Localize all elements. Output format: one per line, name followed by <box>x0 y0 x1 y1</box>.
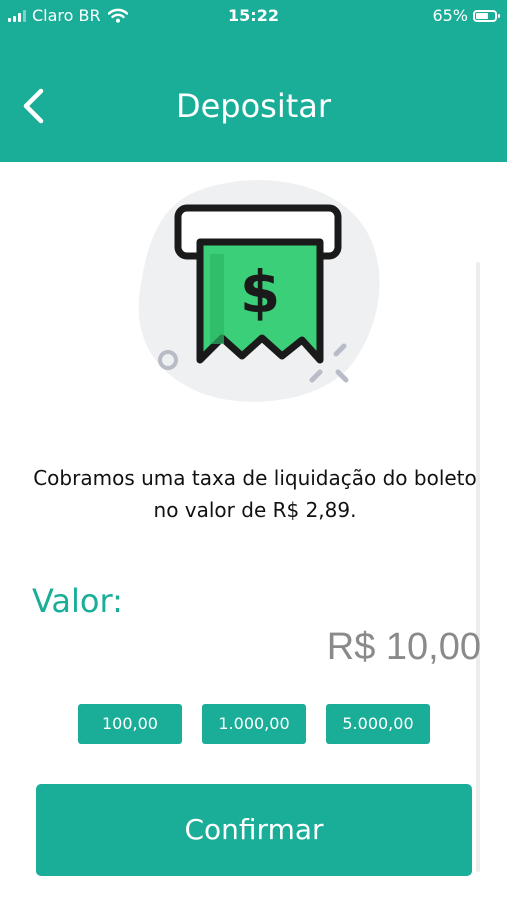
status-right: 65% <box>432 6 500 25</box>
dollar-sign-icon: $ <box>240 258 280 326</box>
amount-input[interactable]: R$ 10,00 <box>327 626 481 669</box>
page-title: Depositar <box>175 87 332 125</box>
status-time: 15:22 <box>228 6 279 25</box>
battery-icon <box>473 9 500 22</box>
battery-level <box>476 12 488 19</box>
fee-notice: Cobramos uma taxa de liquidação do bolet… <box>33 466 477 522</box>
quick-amount-100[interactable]: 100,00 <box>78 704 182 744</box>
decor-line <box>335 369 349 383</box>
boleto-receipt-illustration: $ <box>138 180 380 402</box>
value-label: Valor: <box>32 582 123 620</box>
quick-amount-5000[interactable]: 5.000,00 <box>326 704 430 744</box>
quick-amount-1000[interactable]: 1.000,00 <box>202 704 306 744</box>
status-bar: Claro BR 15:22 65% <box>0 0 507 32</box>
confirm-button[interactable]: Confirmar <box>36 784 472 876</box>
battery-percent: 65% <box>432 6 468 25</box>
scrollbar[interactable] <box>476 262 480 872</box>
